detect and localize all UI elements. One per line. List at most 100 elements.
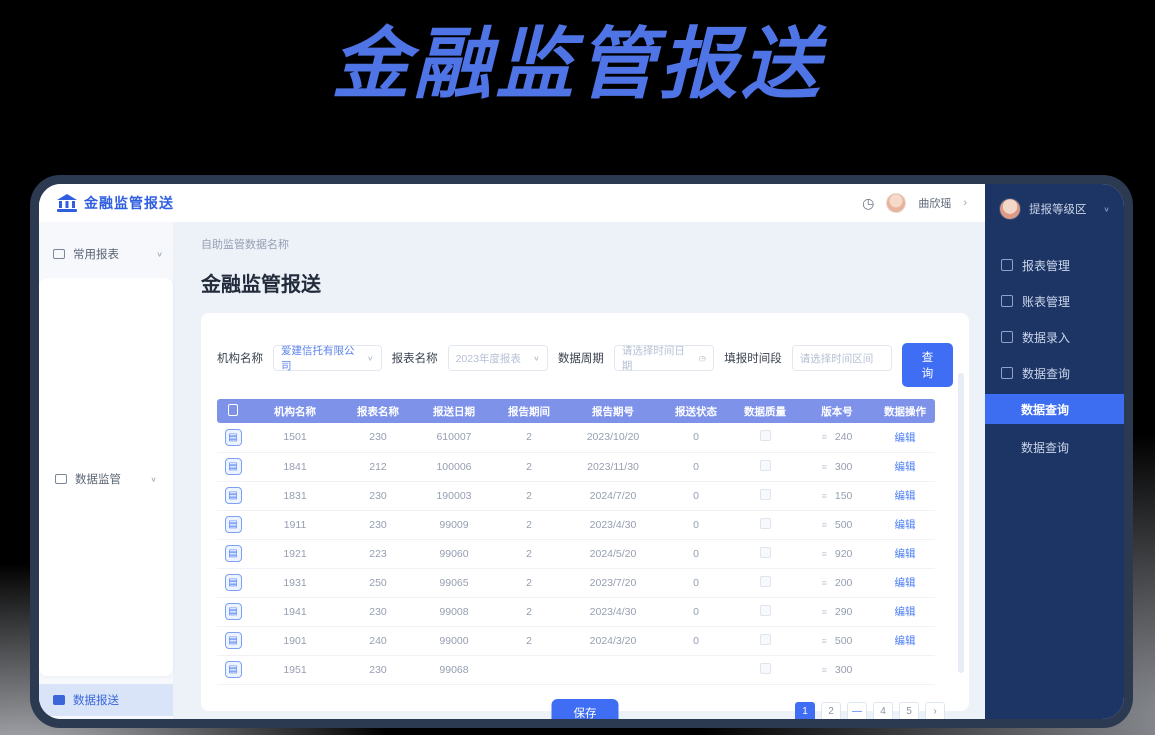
report-icon[interactable]: ▤: [225, 429, 242, 446]
edit-link[interactable]: 编辑: [895, 490, 916, 502]
status-cell: 0: [661, 539, 731, 568]
version-value: 300: [835, 664, 853, 676]
panel-nav-item[interactable]: 数据录入: [985, 322, 1124, 352]
drag-handle-icon[interactable]: ≡: [822, 665, 827, 675]
page-button[interactable]: 2: [821, 702, 841, 720]
report-icon[interactable]: ▤: [225, 574, 242, 591]
user-avatar[interactable]: [886, 193, 906, 213]
report-cell: 230: [341, 423, 415, 452]
report-icon[interactable]: ▤: [225, 661, 242, 678]
period-cell: 2: [493, 597, 565, 626]
filter-range-input[interactable]: 请选择时间区间: [792, 345, 892, 371]
drag-handle-icon[interactable]: ≡: [822, 491, 827, 501]
table-header-cell: 数据质量: [731, 399, 799, 423]
panel-nav-item[interactable]: 账表管理: [985, 286, 1124, 316]
panel-nav-item[interactable]: 报表管理: [985, 250, 1124, 280]
clock-icon[interactable]: ◷: [862, 195, 874, 212]
checkbox[interactable]: [760, 634, 771, 645]
menu-icon: [1001, 295, 1013, 307]
quality-cell: [731, 423, 799, 452]
chevron-right-icon[interactable]: ›: [963, 197, 967, 209]
report-icon[interactable]: ▤: [225, 487, 242, 504]
edit-link[interactable]: 编辑: [895, 548, 916, 560]
report-icon[interactable]: ▤: [225, 632, 242, 649]
drag-handle-icon[interactable]: ≡: [822, 549, 827, 559]
report-icon[interactable]: ▤: [225, 458, 242, 475]
report-icon[interactable]: ▤: [225, 603, 242, 620]
page-title: 金融监管报送: [201, 268, 969, 297]
quality-cell: [731, 452, 799, 481]
panel-user-row[interactable]: 提报等级区 ∨: [985, 194, 1124, 224]
edit-link[interactable]: 编辑: [895, 461, 916, 473]
table-row: ▤19012409900022024/3/200≡500编辑: [217, 626, 935, 655]
table-row: ▤195123099068≡300: [217, 655, 935, 684]
checkbox[interactable]: [760, 605, 771, 616]
panel-nav-item[interactable]: 数据查询: [985, 358, 1124, 388]
report-icon[interactable]: ▤: [225, 516, 242, 533]
row-icon-cell: ▤: [217, 481, 249, 510]
bank-logo-icon: [57, 194, 77, 212]
panel-user-name: 提报等级区: [1029, 201, 1087, 217]
filter-org-select[interactable]: 爱建信托有限公司 ∨: [273, 345, 382, 371]
filter-cycle-value: 请选择时间日期: [622, 343, 692, 373]
panel-nav-label: 数据查询: [1022, 365, 1070, 382]
page-button[interactable]: —: [847, 702, 867, 720]
quality-cell: [731, 510, 799, 539]
drag-handle-icon[interactable]: ≡: [822, 462, 827, 472]
page-button[interactable]: 4: [873, 702, 893, 720]
checkbox[interactable]: [760, 518, 771, 529]
version-value: 920: [835, 548, 853, 560]
filter-cycle-picker[interactable]: 请选择时间日期 ◷: [614, 345, 714, 371]
table-scrollbar[interactable]: [958, 373, 964, 673]
edit-link[interactable]: 编辑: [895, 635, 916, 647]
sidebar-item[interactable]: 常用报表∨: [39, 238, 173, 270]
checkbox[interactable]: [760, 430, 771, 441]
checkbox[interactable]: [760, 547, 771, 558]
edit-link[interactable]: 编辑: [895, 606, 916, 618]
report-cell: 223: [341, 539, 415, 568]
sidebar-item[interactable]: 数据监管∨: [39, 278, 173, 676]
table-header-cell: 报送状态: [661, 399, 731, 423]
panel-nav-item[interactable]: 数据查询: [985, 432, 1124, 462]
drag-handle-icon[interactable]: ≡: [822, 520, 827, 530]
date-cell: 99068: [415, 655, 493, 684]
table-header-cell: 机构名称: [249, 399, 341, 423]
checkbox[interactable]: [760, 489, 771, 500]
panel-nav-item[interactable]: 数据查询: [985, 394, 1124, 424]
next-page-button[interactable]: ›: [925, 702, 945, 720]
org-cell: 1901: [249, 626, 341, 655]
date-cell: 99008: [415, 597, 493, 626]
drag-handle-icon[interactable]: ≡: [822, 607, 827, 617]
menu-icon: [53, 249, 65, 259]
checkbox[interactable]: [760, 460, 771, 471]
drag-handle-icon[interactable]: ≡: [822, 432, 827, 442]
checkbox[interactable]: [760, 663, 771, 674]
period-no-cell: [565, 655, 661, 684]
page-button[interactable]: 1: [795, 702, 815, 720]
edit-link[interactable]: 编辑: [895, 519, 916, 531]
version-cell: ≡ 920: [799, 539, 875, 568]
version-value: 500: [835, 635, 853, 647]
table-header-cell: 报送日期: [415, 399, 493, 423]
edit-link[interactable]: 编辑: [895, 577, 916, 589]
version-cell: ≡240: [799, 423, 875, 452]
edit-link[interactable]: 编辑: [895, 432, 916, 444]
row-icon-cell: ▤: [217, 539, 249, 568]
save-button[interactable]: 保存: [552, 699, 619, 720]
report-table: 机构名称报表名称报送日期报告期间报告期号报送状态数据质量版本号数据操作 ▤150…: [217, 399, 935, 685]
page-button[interactable]: 5: [899, 702, 919, 720]
app-logo[interactable]: 金融监管报送: [57, 193, 174, 213]
report-icon[interactable]: ▤: [225, 545, 242, 562]
action-cell: 编辑: [875, 568, 935, 597]
panel-nav-label: 数据查询: [1021, 401, 1069, 418]
drag-handle-icon[interactable]: ≡: [822, 636, 827, 646]
period-cell: 2: [493, 423, 565, 452]
sidebar-item[interactable]: 数据报送: [39, 684, 173, 716]
quality-cell: [731, 626, 799, 655]
drag-handle-icon[interactable]: ≡: [822, 578, 827, 588]
filter-report-select[interactable]: 2023年度报表 ∨: [448, 345, 548, 371]
checkbox[interactable]: [760, 576, 771, 587]
version-cell: ≡300: [799, 452, 875, 481]
data-card: 机构名称 爱建信托有限公司 ∨ 报表名称 2023年度报表 ∨ 数据周期: [201, 313, 969, 711]
query-button[interactable]: 查询: [902, 343, 953, 387]
